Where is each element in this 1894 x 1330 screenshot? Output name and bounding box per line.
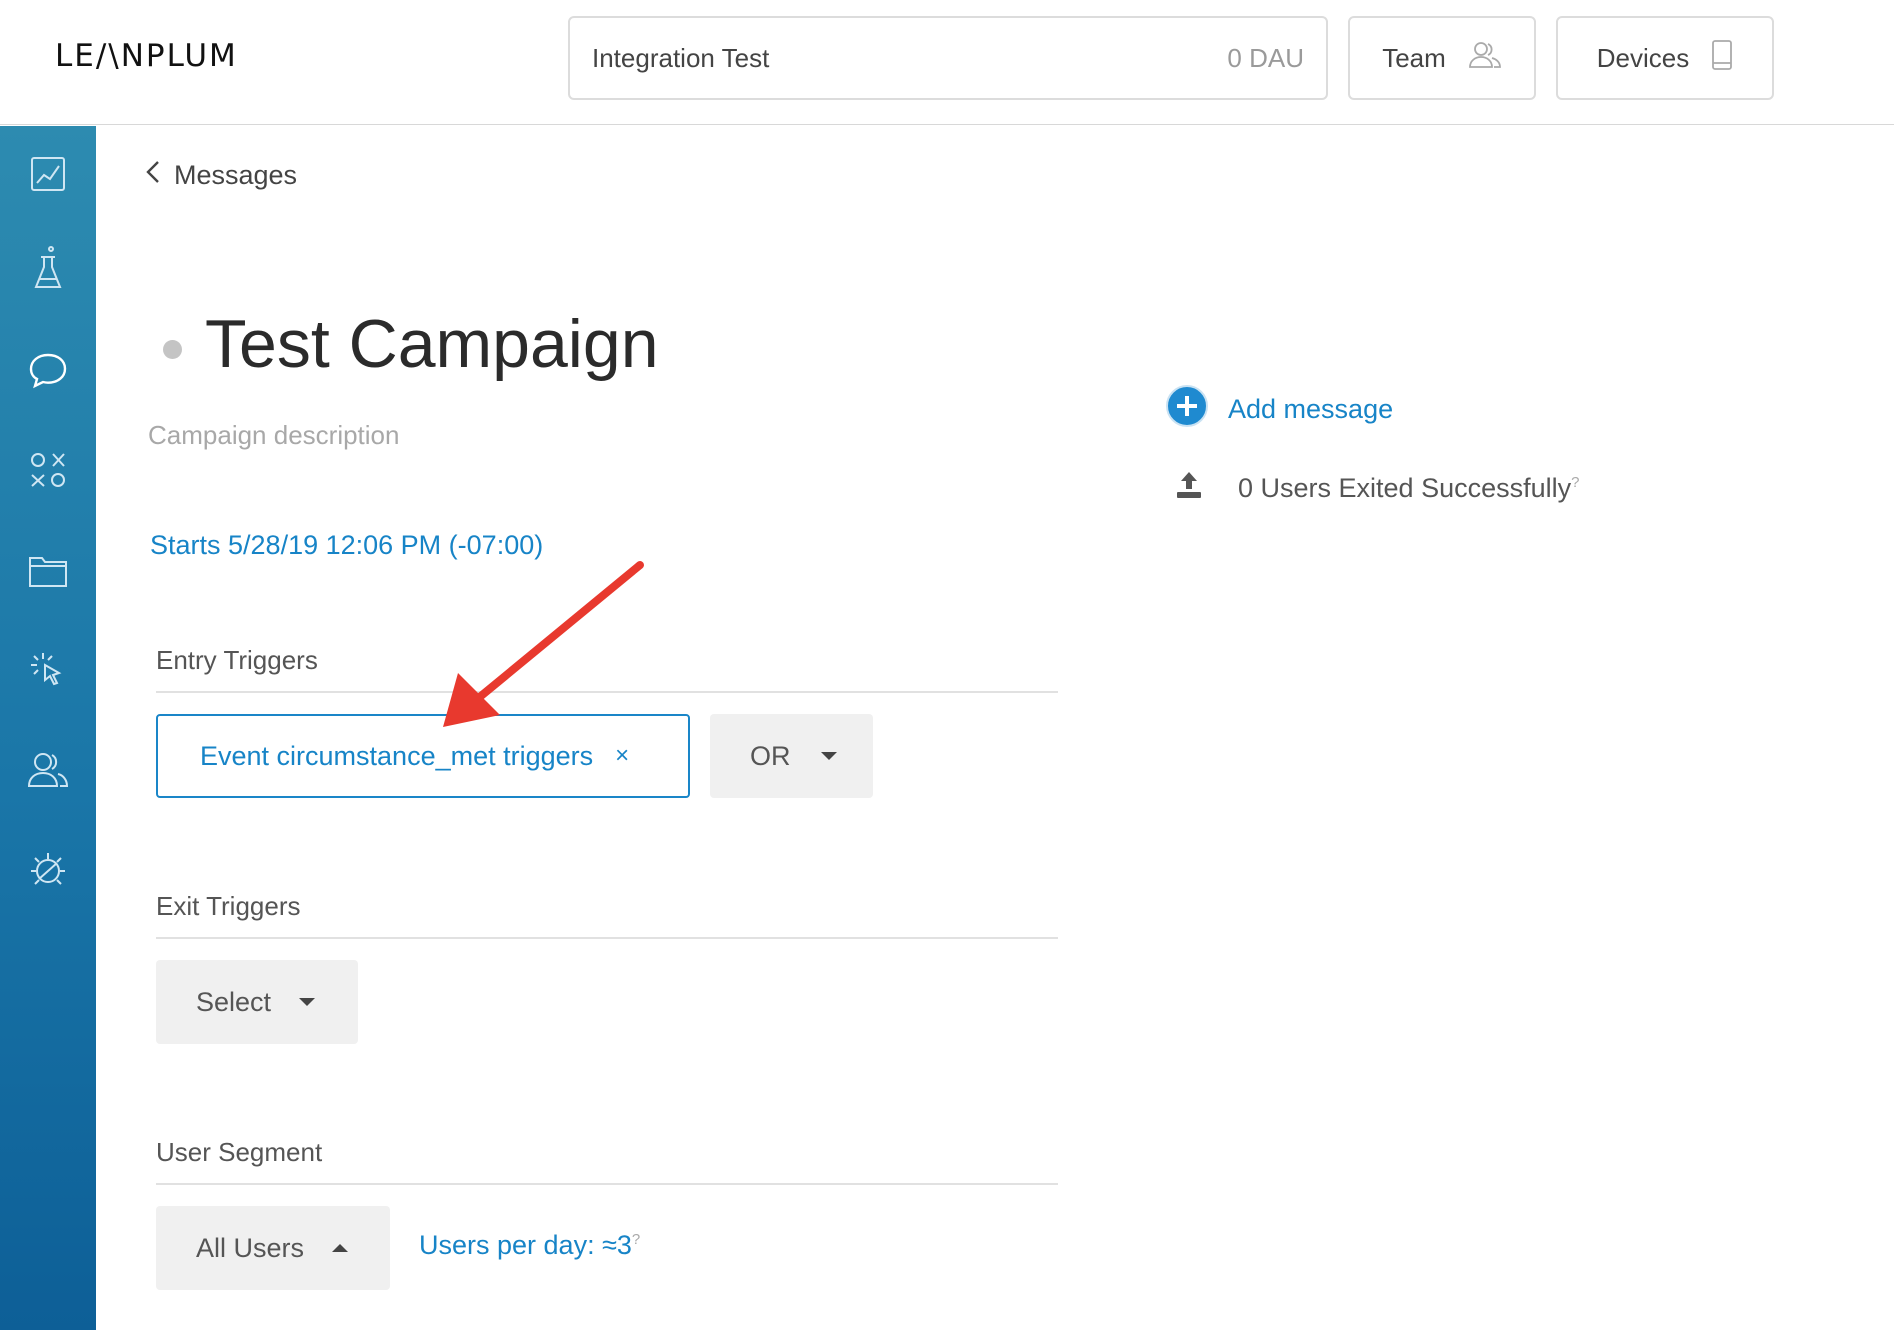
users-icon[interactable] <box>18 740 78 800</box>
entry-trigger-chip[interactable]: Event circumstance_met triggers × <box>156 714 690 798</box>
app-name: Integration Test <box>592 42 770 73</box>
variables-icon[interactable] <box>18 440 78 500</box>
add-message-label: Add message <box>1228 394 1394 424</box>
user-segment-dropdown[interactable]: All Users <box>156 1206 390 1290</box>
device-phone-icon <box>1711 39 1733 78</box>
caret-up-icon <box>332 1244 349 1252</box>
user-segment-label: User Segment <box>156 1137 323 1167</box>
users-exited-text: 0 Users Exited Successfully <box>1238 473 1572 503</box>
back-label: Messages <box>174 160 298 190</box>
click-cursor-icon[interactable] <box>18 640 78 700</box>
chevron-left-icon <box>146 160 160 191</box>
team-button[interactable]: Team <box>1348 16 1536 100</box>
add-message-button[interactable]: Add message <box>1166 385 1393 434</box>
team-label: Team <box>1382 42 1446 73</box>
ab-test-flask-icon[interactable] <box>18 238 78 298</box>
remove-trigger-icon[interactable]: × <box>615 742 629 770</box>
team-icon <box>1468 40 1502 77</box>
debug-bug-icon[interactable] <box>18 840 78 900</box>
campaign-status-dot <box>163 340 182 359</box>
users-per-day-link[interactable]: Users per day: ≈3? <box>419 1230 640 1261</box>
users-exited-stat: 0 Users Exited Successfully? <box>1174 470 1579 507</box>
analytics-icon[interactable] <box>18 144 78 204</box>
devices-label: Devices <box>1596 42 1690 73</box>
operator-label: OR <box>750 740 791 771</box>
leanplum-logo[interactable]: LE/\NPLUM <box>55 38 238 74</box>
segment-label: All Users <box>196 1232 305 1263</box>
entry-triggers-label: Entry Triggers <box>156 645 318 675</box>
exit-trigger-select[interactable]: Select <box>156 960 358 1044</box>
dau-count: 0 DAU <box>1227 42 1304 73</box>
messages-chat-icon[interactable] <box>18 340 78 400</box>
entry-triggers-divider <box>156 691 1058 693</box>
campaign-description-field[interactable]: Campaign description <box>148 420 399 451</box>
back-to-messages-link[interactable]: Messages <box>146 160 297 191</box>
folder-icon[interactable] <box>18 540 78 600</box>
top-bar: LE/\NPLUM Integration Test 0 DAU Team De… <box>0 0 1894 125</box>
sidebar <box>0 126 96 1330</box>
entry-trigger-label: Event circumstance_met triggers <box>200 740 594 771</box>
caret-down-icon <box>299 998 316 1006</box>
upload-icon <box>1174 470 1204 507</box>
users-per-day-text: Users per day: ≈3 <box>419 1230 632 1260</box>
exit-select-label: Select <box>196 986 272 1017</box>
exit-triggers-divider <box>156 937 1058 939</box>
help-icon[interactable]: ? <box>632 1231 640 1248</box>
help-icon[interactable]: ? <box>1571 474 1579 491</box>
trigger-operator-dropdown[interactable]: OR <box>710 714 873 798</box>
campaign-title[interactable]: Test Campaign <box>205 305 659 383</box>
devices-button[interactable]: Devices <box>1556 16 1774 100</box>
campaign-start-link[interactable]: Starts 5/28/19 12:06 PM (-07:00) <box>150 530 543 561</box>
app-selector[interactable]: Integration Test 0 DAU <box>568 16 1328 100</box>
user-segment-divider <box>156 1183 1058 1185</box>
annotation-arrow <box>443 561 644 727</box>
caret-down-icon <box>820 752 837 760</box>
exit-triggers-label: Exit Triggers <box>156 891 301 921</box>
plus-circle-icon <box>1166 385 1208 434</box>
